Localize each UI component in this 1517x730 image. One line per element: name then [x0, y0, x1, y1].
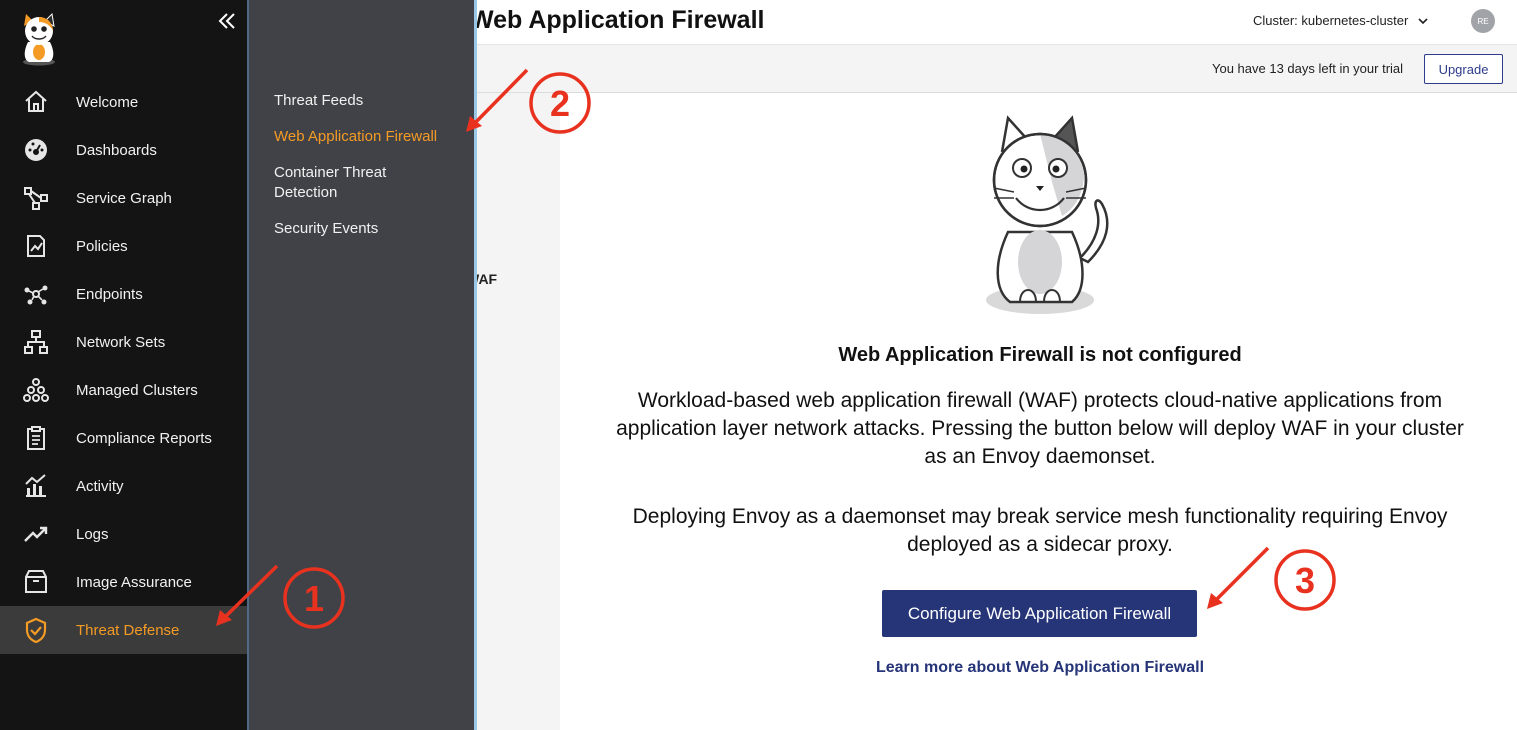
sidebar-item-label: Network Sets: [76, 333, 166, 351]
configure-waf-button[interactable]: Configure Web Application Firewall: [882, 590, 1197, 637]
home-icon: [25, 90, 47, 112]
sidebar-item-network-sets[interactable]: Network Sets: [0, 318, 247, 366]
chevron-down-icon: [1418, 17, 1428, 24]
clipboard-icon: [27, 426, 45, 450]
sidebar-item-logs[interactable]: Logs: [0, 510, 247, 558]
avatar[interactable]: RE: [1471, 9, 1495, 33]
empty-state-description: Workload-based web application firewall …: [616, 389, 1464, 468]
sidebar-item-label: Endpoints: [76, 285, 143, 303]
trend-icon: [24, 526, 48, 542]
sidebar-item-welcome[interactable]: Welcome: [0, 78, 247, 126]
network-sets-icon: [24, 330, 48, 354]
policies-icon: [27, 235, 45, 257]
sidebar-item-image-assurance[interactable]: Image Assurance: [0, 558, 247, 606]
trial-message: You have 13 days left in your trial: [1212, 61, 1404, 76]
sidebar-item-service-graph[interactable]: Service Graph: [0, 174, 247, 222]
sidebar-item-label: Dashboards: [76, 141, 157, 159]
submenu-item-container-threat-detection[interactable]: Container Threat Detection: [274, 163, 424, 203]
sidebar-item-compliance-reports[interactable]: Compliance Reports: [0, 414, 247, 462]
sidebar-item-label: Compliance Reports: [76, 429, 212, 447]
activity-icon: [25, 474, 46, 497]
sidebar-item-label: Activity: [76, 477, 124, 495]
sidebar-item-label: Service Graph: [76, 189, 172, 207]
page-title: Web Application Firewall: [470, 6, 765, 34]
empty-state-warning: Deploying Envoy as a daemonset may break…: [632, 505, 1448, 556]
sidebar-item-label: Welcome: [76, 93, 139, 111]
cat-mascot-illustration: [986, 115, 1109, 314]
upgrade-button[interactable]: Upgrade: [1424, 54, 1503, 84]
sidebar-item-threat-defense[interactable]: Threat Defense: [0, 606, 247, 654]
submenu-item-threat-feeds[interactable]: Threat Feeds: [274, 91, 454, 111]
managed-clusters-icon: [23, 378, 49, 402]
sidebar-item-managed-clusters[interactable]: Managed Clusters: [0, 366, 247, 414]
cat-logo-icon[interactable]: [18, 12, 60, 66]
sidebar-item-dashboards[interactable]: Dashboards: [0, 126, 247, 174]
sidebar-item-label: Image Assurance: [76, 573, 192, 591]
sidebar-item-label: Threat Defense: [76, 621, 180, 639]
sidebar: Welcome Dashboards Service Graph Policie…: [0, 0, 247, 730]
svg-text:3: 3: [1295, 560, 1315, 601]
submenu-divider: [474, 0, 477, 730]
learn-more-link[interactable]: Learn more about Web Application Firewal…: [820, 659, 1260, 677]
shield-check-icon: [25, 617, 47, 644]
sidebar-item-label: Managed Clusters: [76, 381, 198, 399]
background-pane: [475, 93, 560, 730]
sidebar-item-activity[interactable]: Activity: [0, 462, 247, 510]
submenu-item-security-events[interactable]: Security Events: [274, 219, 454, 239]
submenu-item-web-application-firewall[interactable]: Web Application Firewall: [274, 127, 474, 147]
sidebar-item-endpoints[interactable]: Endpoints: [0, 270, 247, 318]
annotation-badge-3: 3: [1274, 549, 1336, 611]
endpoints-icon: [24, 285, 48, 305]
dashboard-icon: [25, 139, 47, 161]
cluster-selector[interactable]: Cluster: kubernetes-cluster: [1253, 13, 1430, 28]
sidebar-item-policies[interactable]: Policies: [0, 222, 247, 270]
service-graph-icon: [24, 187, 48, 210]
box-icon: [25, 570, 47, 593]
sidebar-item-label: Logs: [76, 525, 109, 543]
sidebar-item-label: Policies: [76, 237, 128, 255]
collapse-sidebar-icon[interactable]: [216, 9, 238, 33]
empty-state-title: Web Application Firewall is not configur…: [838, 344, 1242, 366]
cluster-label: Cluster: kubernetes-cluster: [1253, 13, 1409, 28]
